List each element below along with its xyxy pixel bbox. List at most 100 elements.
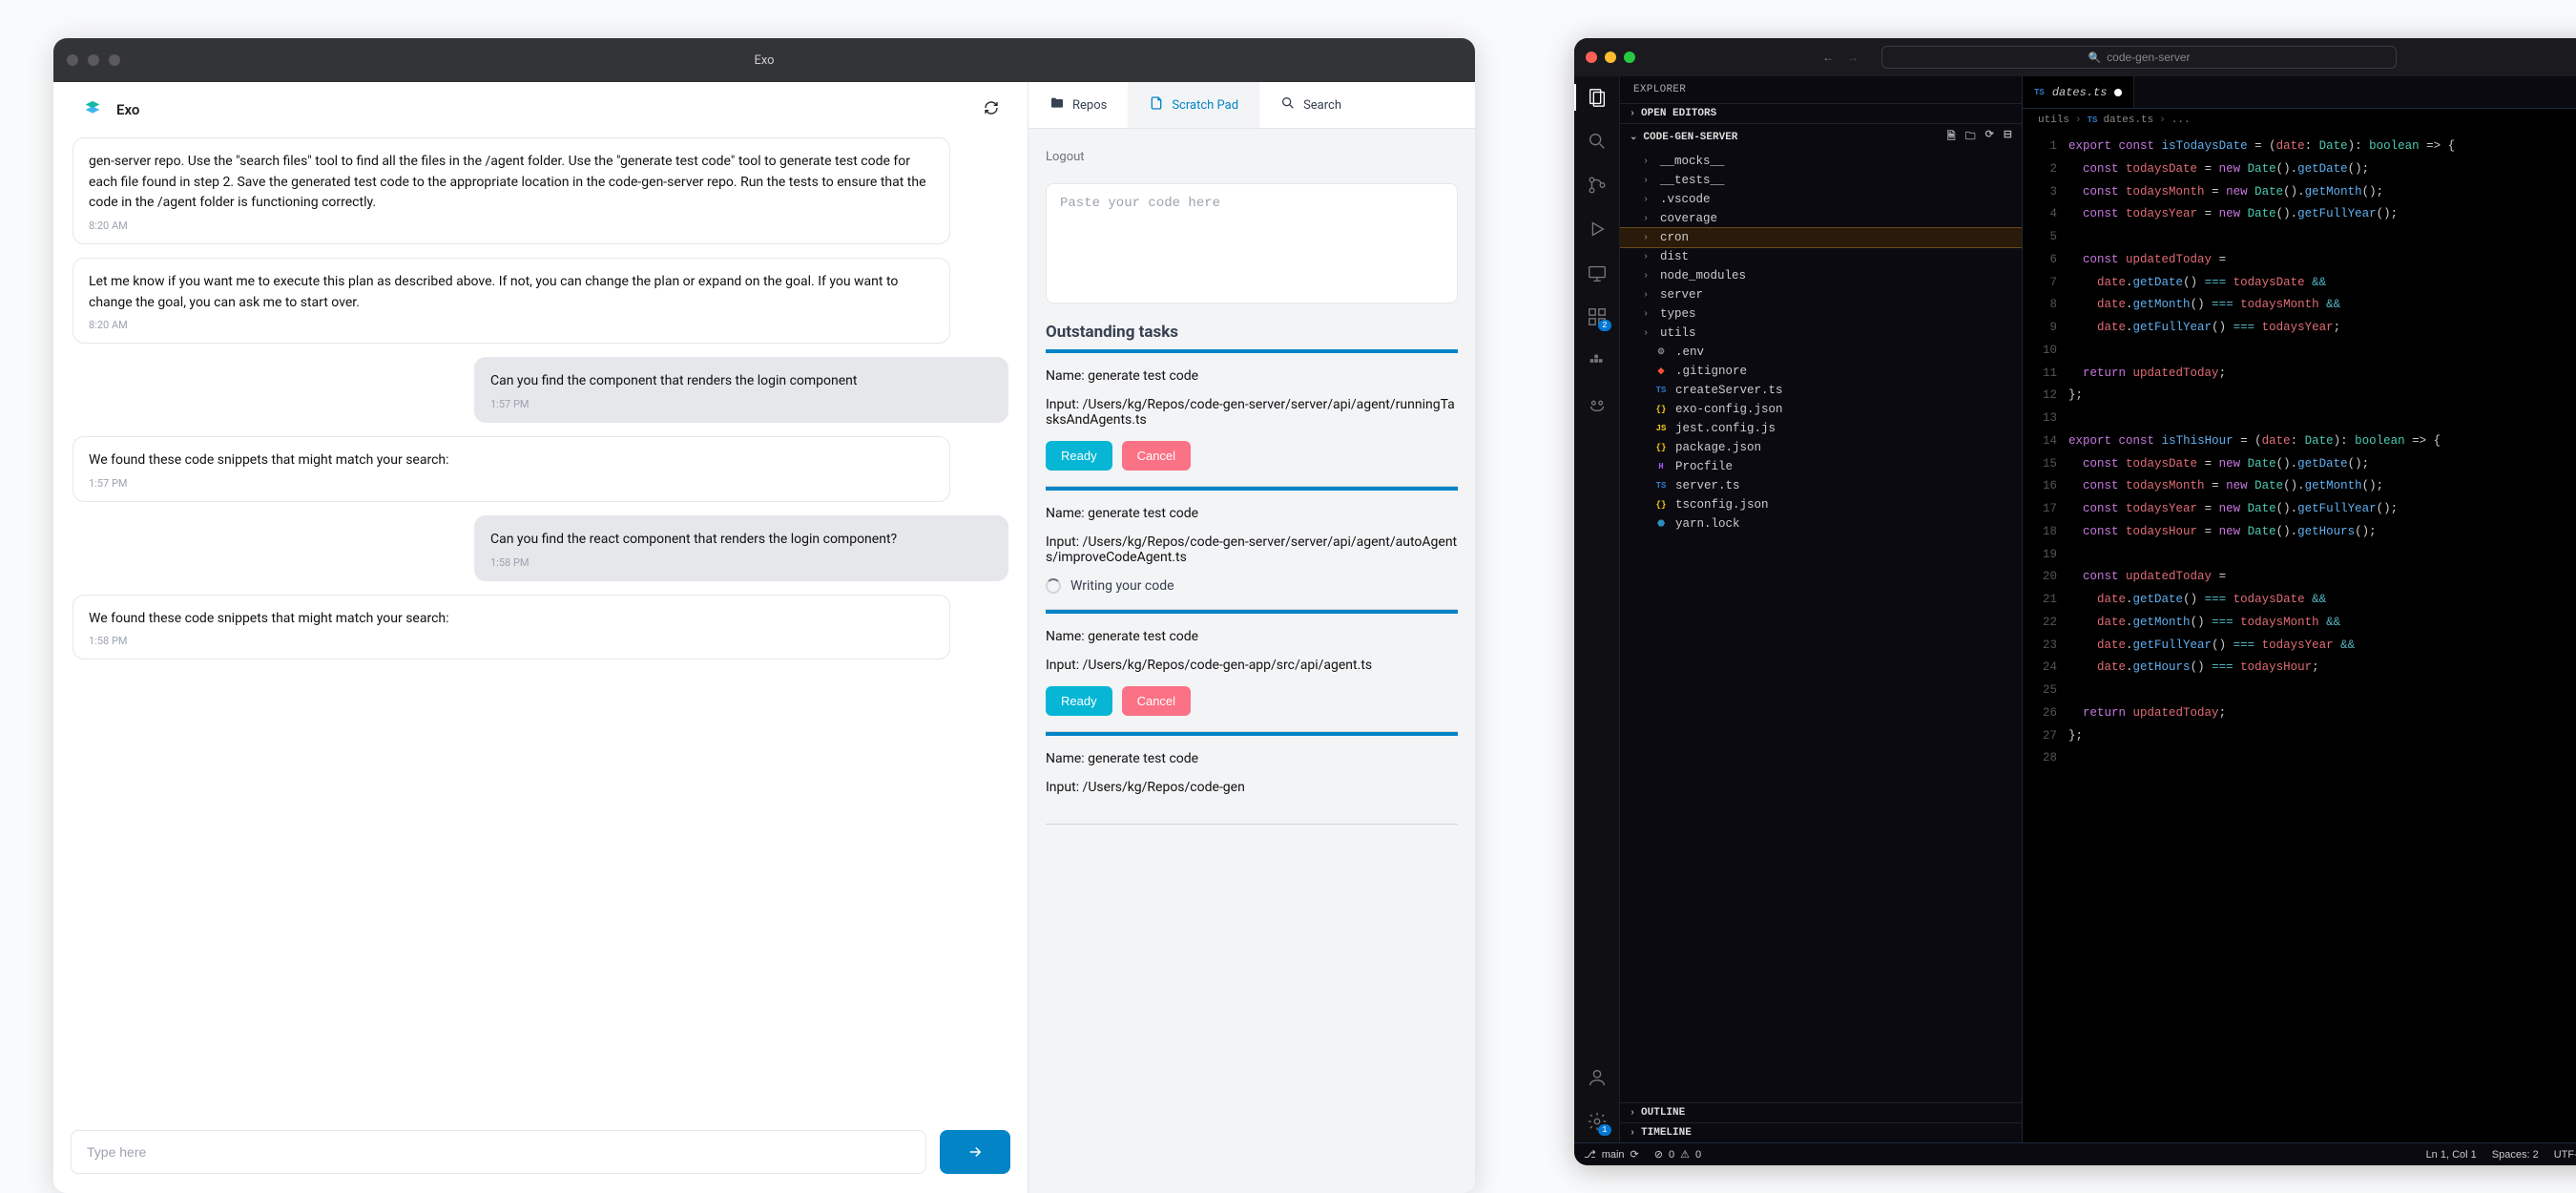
task-card: Name: generate test codeInput: /Users/kg…	[1046, 610, 1458, 732]
extensions-icon[interactable]: 2	[1586, 305, 1609, 328]
explorer-title: EXPLORER	[1620, 76, 2022, 103]
new-folder-icon[interactable]: 🗀	[1965, 128, 1976, 146]
modified-dot-icon	[2114, 89, 2122, 96]
branch-indicator[interactable]: ⎇ main ⟳	[1584, 1148, 1639, 1161]
cancel-button[interactable]: Cancel	[1122, 686, 1191, 716]
ts-icon: TS	[2034, 88, 2045, 97]
editor-tab-dates[interactable]: TS dates.ts	[2023, 76, 2134, 108]
app-name: Exo	[116, 101, 139, 118]
tree-folder[interactable]: ›utils	[1620, 324, 2022, 343]
window-controls[interactable]	[1586, 52, 1635, 63]
folder-icon	[1049, 95, 1065, 115]
search-text: code-gen-server	[2107, 51, 2190, 64]
breadcrumb[interactable]: utils› TSdates.ts› ...	[2023, 109, 2576, 132]
chat-message: We found these code snippets that might …	[73, 436, 950, 502]
tab-scratch-pad[interactable]: Scratch Pad	[1128, 82, 1259, 128]
tree-file[interactable]: ◆.gitignore	[1620, 362, 2022, 381]
tab-label: Search	[1303, 98, 1341, 113]
tab-label: Scratch Pad	[1172, 98, 1238, 113]
search-icon[interactable]	[1586, 130, 1609, 153]
timeline-section[interactable]: ›TIMELINE	[1620, 1123, 2022, 1142]
task-card: Name: generate test codeInput: /Users/kg…	[1046, 487, 1458, 610]
tree-file[interactable]: ⬣yarn.lock	[1620, 514, 2022, 534]
tree-folder[interactable]: ›__tests__	[1620, 171, 2022, 190]
tree-folder[interactable]: ›cron	[1620, 228, 2022, 247]
chat-message: We found these code snippets that might …	[73, 595, 950, 660]
exo-header: Exo	[53, 82, 1028, 137]
spinner-icon	[1046, 578, 1061, 594]
problems-indicator[interactable]: ⊘ 0 ⚠ 0	[1654, 1148, 1701, 1161]
outline-section[interactable]: ›OUTLINE	[1620, 1103, 2022, 1122]
vscode-titlebar: ← → 🔍 code-gen-server ◧ ⬓ ◨ ▦	[1574, 38, 2576, 76]
exo-titlebar: Exo	[53, 38, 1475, 82]
tree-file[interactable]: {}tsconfig.json	[1620, 495, 2022, 514]
nav-forward-icon: →	[1847, 51, 1859, 64]
explorer-icon[interactable]	[1586, 86, 1609, 109]
refresh-icon[interactable]	[984, 100, 999, 119]
send-button[interactable]	[940, 1130, 1010, 1174]
tree-file[interactable]: TScreateServer.ts	[1620, 381, 2022, 400]
cancel-button[interactable]: Cancel	[1122, 441, 1191, 471]
exo-window: Exo Exo gen-server repo. Use the "search…	[53, 38, 1475, 1193]
indent-indicator[interactable]: Spaces: 2	[2492, 1148, 2539, 1161]
tree-folder[interactable]: ›coverage	[1620, 209, 2022, 228]
explorer-panel: EXPLORER ›OPEN EDITORS ⌄CODE-GEN-SERVER …	[1620, 76, 2023, 1142]
tab-repos[interactable]: Repos	[1028, 82, 1128, 128]
account-icon[interactable]	[1586, 1066, 1609, 1089]
encoding-indicator[interactable]: UTF-8	[2554, 1148, 2576, 1161]
editor-tabs: TS dates.ts ◫ ⋯	[2023, 76, 2576, 109]
window-title: Exo	[53, 53, 1475, 68]
document-icon	[1149, 95, 1164, 115]
chat-message: Can you find the component that renders …	[474, 357, 1008, 423]
nav-back-icon[interactable]: ←	[1822, 51, 1834, 64]
search-icon: 🔍	[2088, 52, 2101, 64]
ready-button[interactable]: Ready	[1046, 441, 1112, 471]
tree-folder[interactable]: ›server	[1620, 285, 2022, 304]
open-editors-section[interactable]: ›OPEN EDITORS	[1620, 104, 2022, 123]
cursor-position[interactable]: Ln 1, Col 1	[2426, 1148, 2477, 1161]
tree-file[interactable]: ⚙.env	[1620, 343, 2022, 362]
chat-area[interactable]: gen-server repo. Use the "search files" …	[53, 137, 1028, 1120]
run-debug-icon[interactable]	[1586, 218, 1609, 241]
tab-search[interactable]: Search	[1259, 82, 1362, 128]
refresh-icon[interactable]: ⟳	[1985, 128, 1994, 146]
tasks-heading: Outstanding tasks	[1046, 323, 1458, 342]
docker-icon[interactable]	[1586, 349, 1609, 372]
tree-file[interactable]: TSserver.ts	[1620, 476, 2022, 495]
tree-file[interactable]: {}exo-config.json	[1620, 400, 2022, 419]
tree-file[interactable]: JSjest.config.js	[1620, 419, 2022, 438]
tree-folder[interactable]: ›node_modules	[1620, 266, 2022, 285]
collapse-icon[interactable]: ⊟	[2004, 128, 2012, 146]
logout-link[interactable]: Logout	[1046, 150, 1085, 164]
source-control-icon[interactable]	[1586, 174, 1609, 197]
tree-file[interactable]: HProcfile	[1620, 457, 2022, 476]
tree-folder[interactable]: ›types	[1620, 304, 2022, 324]
tree-folder[interactable]: ›__mocks__	[1620, 152, 2022, 171]
chat-message: gen-server repo. Use the "search files" …	[73, 137, 950, 244]
chat-input[interactable]	[71, 1130, 926, 1174]
command-center[interactable]: 🔍 code-gen-server	[1881, 46, 2397, 69]
tab-filename: dates.ts	[2052, 86, 2108, 99]
exo-sidebar: Repos Scratch Pad Search Logout Outstand…	[1028, 82, 1475, 1193]
search-icon	[1280, 95, 1296, 115]
tab-label: Repos	[1072, 98, 1107, 113]
tree-file[interactable]: {}package.json	[1620, 438, 2022, 457]
exo-logo-icon	[82, 99, 103, 120]
ready-button[interactable]: Ready	[1046, 686, 1112, 716]
repo-section[interactable]: ⌄CODE-GEN-SERVER 🗎 🗀 ⟳ ⊟	[1620, 124, 2022, 150]
task-card: Name: generate test codeInput: /Users/kg…	[1046, 349, 1458, 487]
settings-gear-icon[interactable]: 1	[1586, 1110, 1609, 1133]
copilot-icon[interactable]	[1586, 393, 1609, 416]
chat-message: Let me know if you want me to execute th…	[73, 258, 950, 344]
chat-message: Can you find the react component that re…	[474, 515, 1008, 581]
activity-bar: 2 1	[1574, 76, 1620, 1142]
status-bar: ⎇ main ⟳ ⊘ 0 ⚠ 0 Ln 1, Col 1 Spaces: 2 U…	[1574, 1142, 2576, 1165]
new-file-icon[interactable]: 🗎	[1947, 128, 1956, 146]
remote-icon[interactable]	[1586, 262, 1609, 284]
vscode-window: ← → 🔍 code-gen-server ◧ ⬓ ◨ ▦ 2 1	[1574, 38, 2576, 1165]
tree-folder[interactable]: ›.vscode	[1620, 190, 2022, 209]
task-card: Name: generate test codeInput: /Users/kg…	[1046, 732, 1458, 825]
tree-folder[interactable]: ›dist	[1620, 247, 2022, 266]
code-paste-textarea[interactable]	[1046, 183, 1458, 303]
code-editor[interactable]: 1234567891011121314151617181920212223242…	[2023, 132, 2576, 1142]
